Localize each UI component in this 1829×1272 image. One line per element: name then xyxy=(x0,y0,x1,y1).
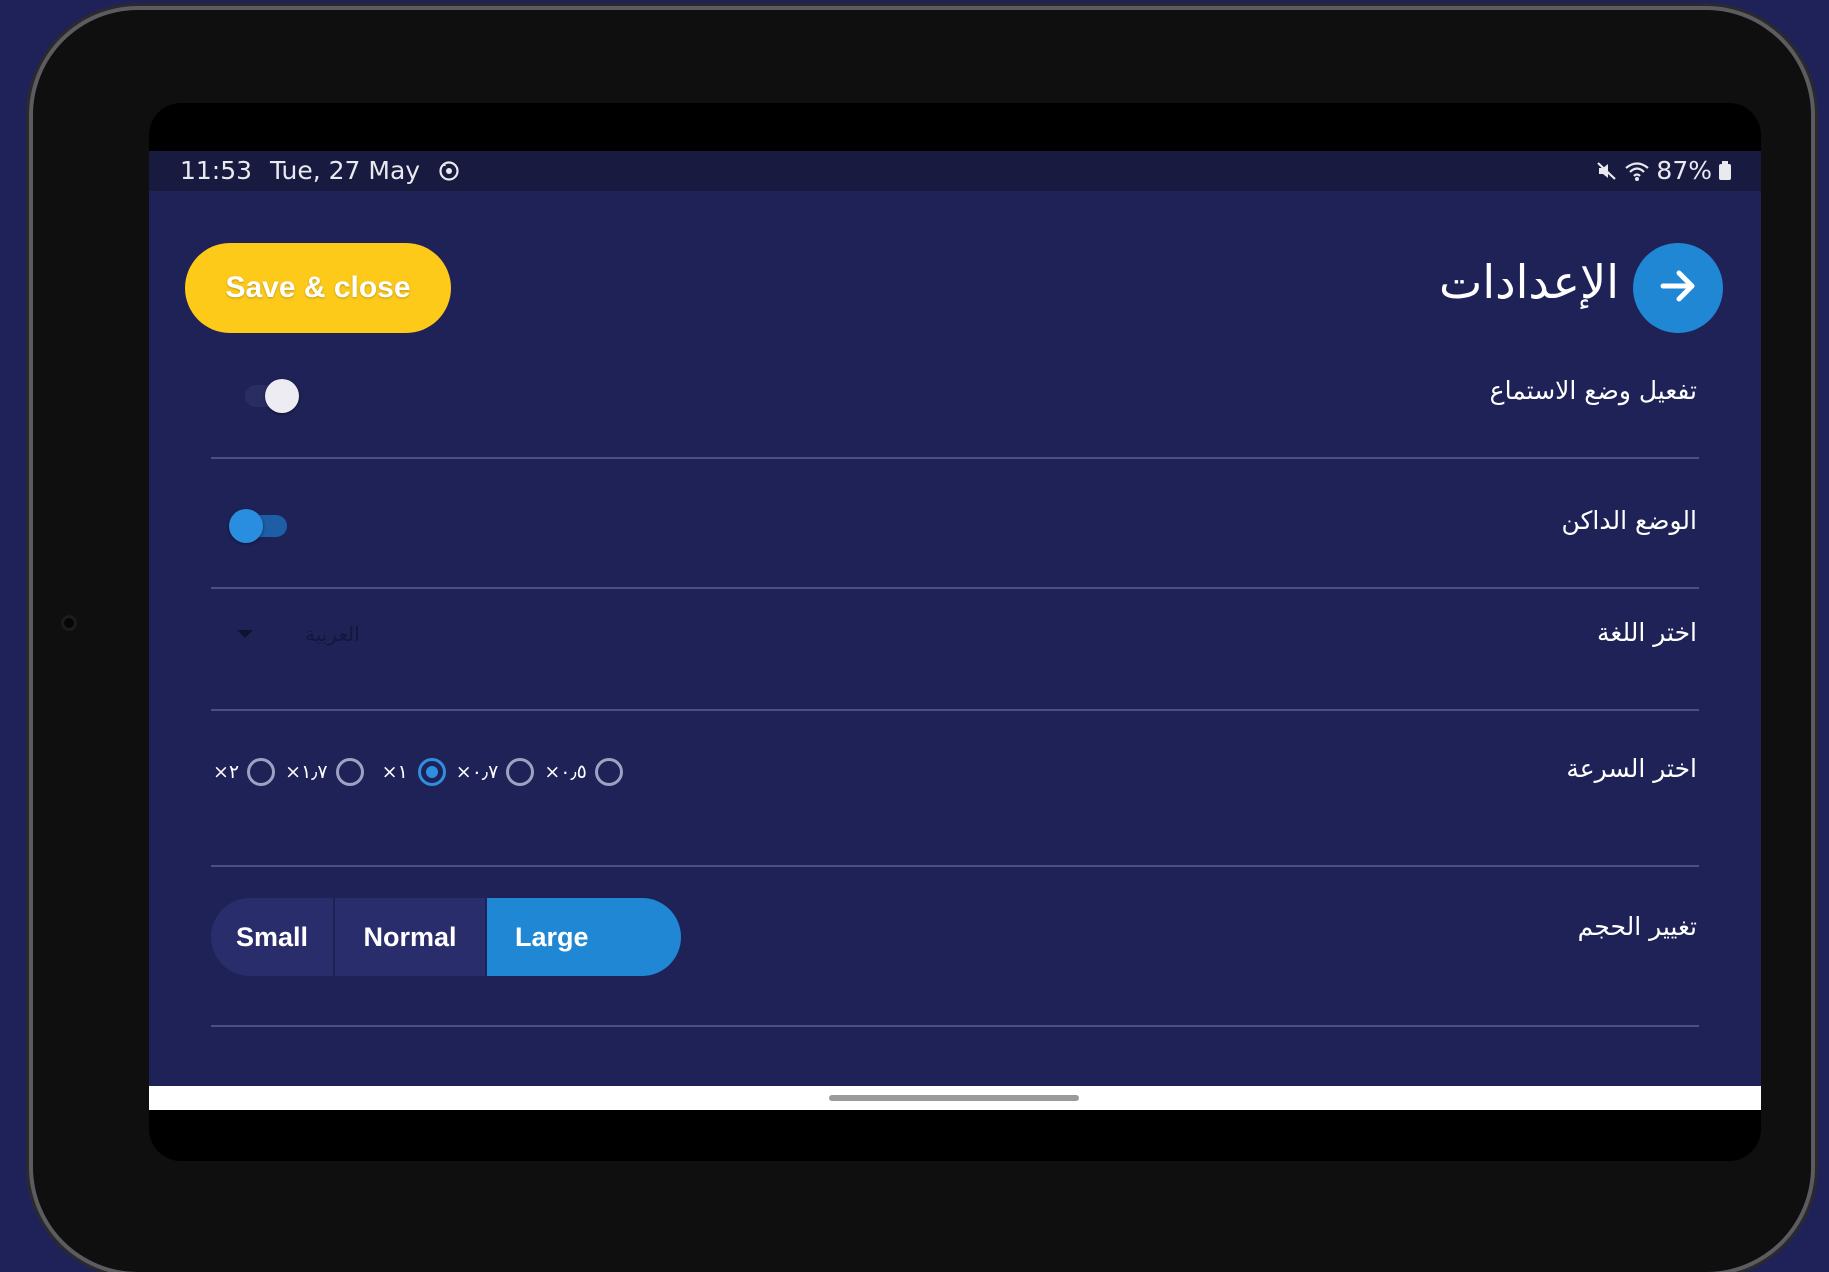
divider xyxy=(211,457,1699,459)
size-small-button[interactable]: Small xyxy=(211,898,335,976)
chevron-down-icon xyxy=(237,630,253,638)
language-label: اختر اللغة xyxy=(1597,618,1697,647)
speed-radio-group: ×٢ ×١٫٧ ×١ ×٠٫٧ ×٠٫٥ xyxy=(213,754,623,790)
language-value: العربية xyxy=(305,622,360,646)
screen: 11:53 Tue, 27 May 87% Save & close الإعد… xyxy=(149,103,1761,1161)
divider xyxy=(211,587,1699,589)
speed-radio-1-7x[interactable] xyxy=(335,758,364,786)
camera-icon xyxy=(61,615,77,631)
language-dropdown[interactable]: العربية xyxy=(237,617,397,651)
speed-option-label: ×١٫٧ xyxy=(285,761,328,783)
divider xyxy=(211,865,1699,867)
settings-screen: Save & close الإعدادات تفعيل وضع الاستما… xyxy=(149,191,1761,1086)
size-segmented-control: Small Normal Large xyxy=(211,898,681,976)
back-button[interactable] xyxy=(1633,243,1723,333)
save-close-button[interactable]: Save & close xyxy=(185,243,451,333)
tablet-frame: 11:53 Tue, 27 May 87% Save & close الإعد… xyxy=(33,10,1811,1272)
speed-label: اختر السرعة xyxy=(1566,754,1697,783)
speed-option-label: ×٠٫٧ xyxy=(455,761,499,783)
speed-option-label: ×٢ xyxy=(213,761,240,783)
navigation-bar xyxy=(149,1086,1761,1110)
divider xyxy=(211,1025,1699,1027)
divider xyxy=(211,709,1699,711)
listen-mode-label: تفعيل وضع الاستماع xyxy=(1489,376,1697,405)
speed-option-label: ×٠٫٥ xyxy=(544,761,587,783)
speed-radio-1x[interactable] xyxy=(417,758,446,786)
page-title: الإعدادات xyxy=(1439,255,1619,309)
speed-option-label: ×١ xyxy=(381,761,408,783)
speed-radio-0-7x[interactable] xyxy=(506,758,535,786)
speed-radio-0-5x[interactable] xyxy=(594,758,623,786)
speed-radio-2x[interactable] xyxy=(247,758,276,786)
size-normal-button[interactable]: Normal xyxy=(335,898,487,976)
home-indicator[interactable] xyxy=(829,1095,1079,1101)
size-large-button[interactable]: Large xyxy=(487,898,681,976)
dark-mode-toggle[interactable] xyxy=(229,508,289,543)
size-label: تغيير الحجم xyxy=(1577,912,1697,941)
arrow-right-icon xyxy=(1655,263,1701,313)
dark-mode-label: الوضع الداكن xyxy=(1561,506,1697,535)
listen-mode-toggle[interactable] xyxy=(239,378,299,413)
